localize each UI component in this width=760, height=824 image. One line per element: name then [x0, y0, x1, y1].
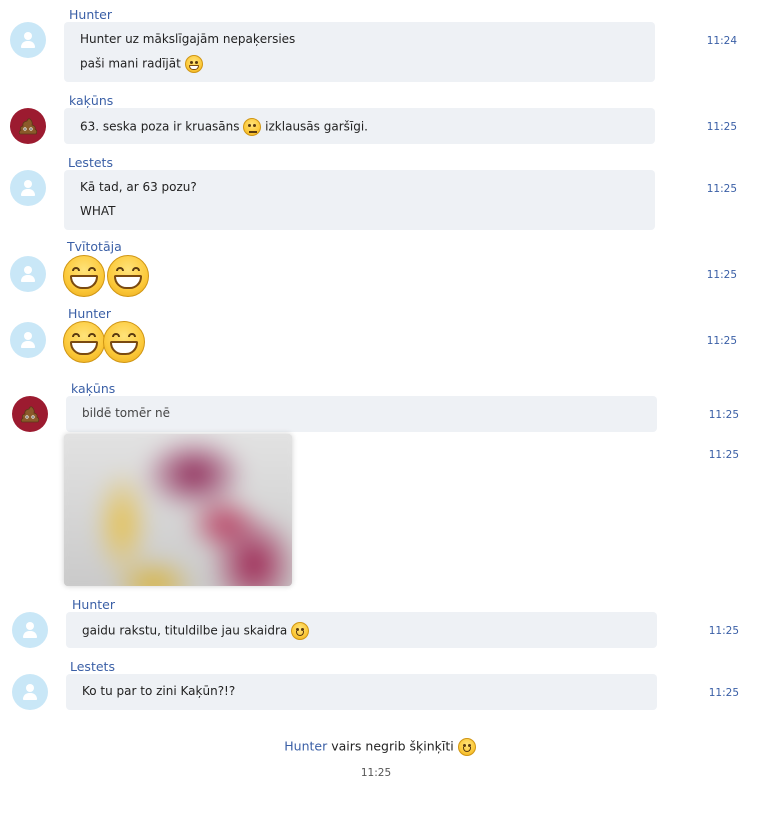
sender-name[interactable]: Lestets	[68, 155, 113, 170]
poop-icon	[18, 118, 38, 135]
notice-text: vairs negrib šķinķīti	[331, 738, 454, 754]
avatar[interactable]	[12, 674, 48, 710]
smile-emoji	[291, 622, 310, 640]
message-bubble[interactable]	[64, 170, 655, 230]
avatar[interactable]	[10, 256, 46, 292]
message-time: 11:25	[706, 269, 737, 281]
grin-emoji	[184, 55, 203, 73]
avatar[interactable]	[10, 108, 46, 144]
grin-emoji	[103, 321, 145, 363]
message-bubble[interactable]	[64, 22, 655, 82]
emoji-message[interactable]	[63, 255, 149, 297]
sender-name[interactable]: Hunter	[72, 597, 115, 612]
sender-name[interactable]: kaķūns	[69, 93, 113, 108]
grin-emoji	[107, 255, 149, 297]
notice-time: 11:25	[360, 767, 392, 779]
message-time: 11:25	[706, 335, 737, 347]
message-text: Hunter uz mākslīgajām nepaķersies	[80, 32, 296, 46]
image-time: 11:25	[708, 449, 739, 461]
message-time: 11:25	[708, 625, 739, 637]
message-time: 11:25	[706, 121, 737, 133]
message-time: 11:24	[706, 35, 737, 47]
message-text: paši mani radījāt	[80, 55, 203, 73]
message-text: gaidu rakstu, tituldilbe jau skaidra	[82, 622, 310, 640]
message-text: Ko tu par to zini Kaķūn?!?	[82, 684, 236, 698]
system-notice: Hunter vairs negrib šķinķīti	[0, 738, 760, 756]
sender-name[interactable]: Tvītotāja	[67, 239, 122, 254]
grin-emoji	[63, 255, 105, 297]
avatar[interactable]	[10, 170, 46, 206]
sender-name[interactable]: kaķūns	[71, 381, 115, 396]
smile-emoji	[457, 738, 476, 756]
notice-sender[interactable]: Hunter	[284, 739, 327, 754]
message-text: bildē tomēr nē	[82, 406, 170, 420]
avatar[interactable]	[12, 396, 48, 432]
avatar[interactable]	[10, 322, 46, 358]
emoji-message[interactable]	[63, 321, 145, 363]
sender-name[interactable]: Hunter	[69, 7, 112, 22]
message-time: 11:25	[708, 409, 739, 421]
message-text: WHAT	[80, 204, 116, 218]
grin-emoji	[63, 321, 105, 363]
message-time: 11:25	[708, 687, 739, 699]
avatar[interactable]	[10, 22, 46, 58]
sender-name[interactable]: Hunter	[68, 306, 111, 321]
poop-icon	[20, 406, 40, 423]
message-text: Kā tad, ar 63 pozu?	[80, 180, 197, 194]
message-time: 11:25	[706, 183, 737, 195]
confused-emoji	[243, 118, 262, 136]
avatar[interactable]	[12, 612, 48, 648]
message-text: 63. seska poza ir kruasāns izklausās gar…	[80, 118, 368, 136]
sender-name[interactable]: Lestets	[70, 659, 115, 674]
shared-image[interactable]	[64, 434, 292, 586]
